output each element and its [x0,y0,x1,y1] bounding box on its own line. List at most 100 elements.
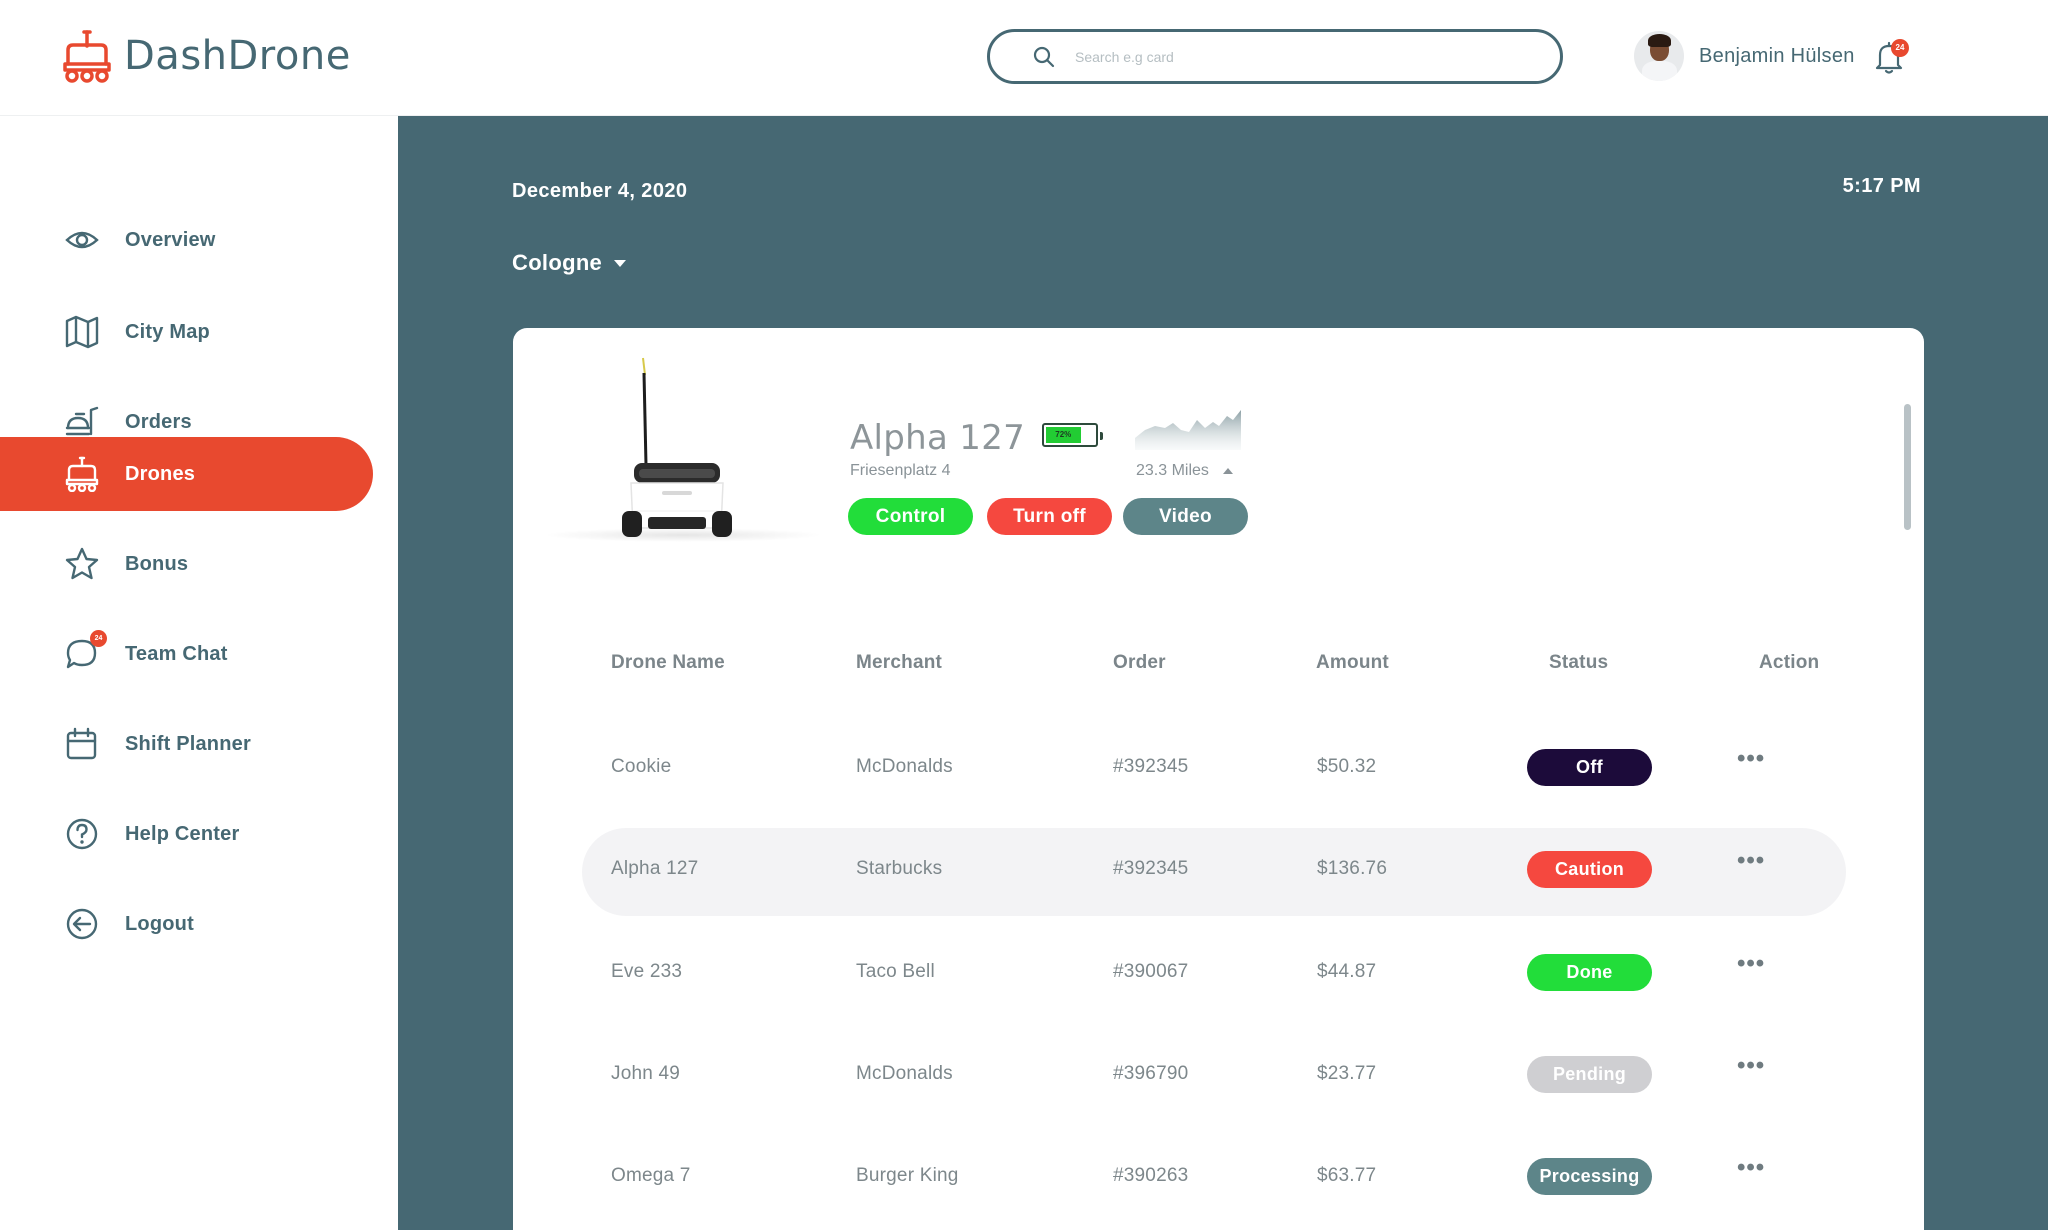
avatar[interactable] [1634,31,1684,81]
sidebar-item-label: Orders [125,410,192,433]
cell-merchant: Taco Bell [856,961,935,982]
drone-address: Friesenplatz 4 [850,462,951,479]
sidebar-item-city-map[interactable]: City Map [0,295,373,369]
more-actions-icon[interactable]: ••• [1737,747,1765,771]
status-badge: Caution [1527,851,1652,888]
map-icon [64,314,100,350]
cell-order: #392345 [1113,756,1189,777]
notification-badge: 24 [1891,39,1909,57]
cell-order: #390067 [1113,961,1189,982]
video-button[interactable]: Video [1123,498,1248,535]
cell-amount: $23.77 [1317,1063,1377,1084]
main-content: December 4, 2020 5:17 PM Cologne Alpha 1… [398,116,2048,1230]
distance-sparkline [1135,410,1241,450]
search-input[interactable] [1075,48,1495,65]
cell-merchant: Burger King [856,1165,959,1186]
more-actions-icon[interactable]: ••• [1737,952,1765,976]
table-row[interactable]: Cookie McDonalds #392345 $50.32 Off ••• [582,726,1846,814]
city-selector[interactable]: Cologne [512,250,627,276]
cell-order: #396790 [1113,1063,1189,1084]
orders-icon [64,404,100,440]
caret-down-icon [614,259,627,267]
sidebar-item-label: Overview [125,228,216,251]
notifications-button[interactable]: 24 [1874,39,1909,78]
cell-drone-name: Omega 7 [611,1165,691,1186]
drone-distance: 23.3 Miles [1136,462,1233,480]
distance-value: 23.3 Miles [1136,462,1209,479]
search-bar[interactable] [987,29,1563,84]
more-actions-icon[interactable]: ••• [1737,849,1765,873]
cell-drone-name: Cookie [611,756,672,777]
sidebar-item-help-center[interactable]: Help Center [0,797,373,871]
control-button[interactable]: Control [848,498,973,535]
status-badge: Pending [1527,1056,1652,1093]
sidebar-item-bonus[interactable]: Bonus [0,527,373,601]
cell-merchant: Starbucks [856,858,943,879]
more-actions-icon[interactable]: ••• [1737,1054,1765,1078]
chat-icon: 24 [64,630,107,672]
sidebar-item-overview[interactable]: Overview [0,203,373,277]
status-badge: Done [1527,954,1652,991]
sidebar-item-label: Drones [125,462,196,485]
table-row[interactable]: Alpha 127 Starbucks #392345 $136.76 Caut… [582,828,1846,916]
delivery-robot-image [622,357,732,537]
sidebar-item-logout[interactable]: Logout [0,887,373,961]
more-actions-icon[interactable]: ••• [1737,1156,1765,1180]
user-name: Benjamin Hülsen [1699,44,1855,67]
sidebar-item-shift-planner[interactable]: Shift Planner [0,707,373,781]
table-row[interactable]: John 49 McDonalds #396790 $23.77 Pending… [582,1033,1846,1121]
user-profile[interactable]: Benjamin Hülsen [1634,31,1855,81]
search-icon [1033,46,1055,67]
cell-amount: $50.32 [1317,756,1377,777]
cell-amount: $44.87 [1317,961,1377,982]
logout-icon [64,906,100,942]
sidebar-item-label: City Map [125,320,210,343]
sidebar-item-label: Team Chat [125,642,228,665]
column-header-action: Action [1759,652,1820,673]
sidebar-item-label: Shift Planner [125,732,251,755]
cell-drone-name: John 49 [611,1063,681,1084]
current-time: 5:17 PM [1842,175,1921,197]
calendar-icon [64,726,100,762]
column-header-status[interactable]: Status [1549,652,1608,674]
sidebar-item-label: Bonus [125,552,189,575]
scrollbar[interactable] [1904,404,1911,530]
sidebar: Overview City Map Orders Drones Bonus 24… [0,117,398,1230]
battery-level: 72% [1046,427,1081,443]
trend-up-icon [1222,468,1233,474]
cell-drone-name: Eve 233 [611,961,683,982]
column-header-merchant[interactable]: Merchant [856,652,942,674]
column-header-order[interactable]: Order [1113,652,1166,674]
cell-drone-name: Alpha 127 [611,858,699,879]
table-row[interactable]: Eve 233 Taco Bell #390067 $44.87 Done ••… [582,931,1846,1019]
column-header-drone-name[interactable]: Drone Name [611,652,725,674]
cell-amount: $136.76 [1317,858,1388,879]
sidebar-item-team-chat[interactable]: 24 Team Chat [0,617,373,691]
cell-merchant: McDonalds [856,756,953,777]
cell-order: #392345 [1113,858,1189,879]
cell-amount: $63.77 [1317,1165,1377,1186]
table-row[interactable]: Omega 7 Burger King #390263 $63.77 Proce… [582,1135,1846,1223]
chat-badge: 24 [90,630,107,647]
column-header-amount[interactable]: Amount [1316,652,1389,674]
sidebar-item-drones[interactable]: Drones [0,437,373,511]
battery-indicator: 72% [1042,423,1103,447]
current-date: December 4, 2020 [512,180,688,202]
sidebar-item-label: Help Center [125,822,240,845]
help-icon [64,816,100,852]
turn-off-button[interactable]: Turn off [987,498,1112,535]
top-header: DashDrone Benjamin Hülsen 24 [0,0,2048,116]
drones-card: Alpha 127 72% Friesenplatz 4 23.3 Miles … [513,328,1924,1230]
drone-icon [64,456,100,493]
status-badge: Processing [1527,1158,1652,1195]
city-label: Cologne [512,250,603,275]
cell-order: #390263 [1113,1165,1189,1186]
eye-icon [64,222,100,258]
drone-logo-icon [63,30,111,83]
drone-name: Alpha 127 [850,418,1026,458]
app-name: DashDrone [124,33,351,79]
cell-merchant: McDonalds [856,1063,953,1084]
status-badge: Off [1527,749,1652,786]
app-logo[interactable]: DashDrone [62,28,351,84]
star-icon [64,546,100,582]
